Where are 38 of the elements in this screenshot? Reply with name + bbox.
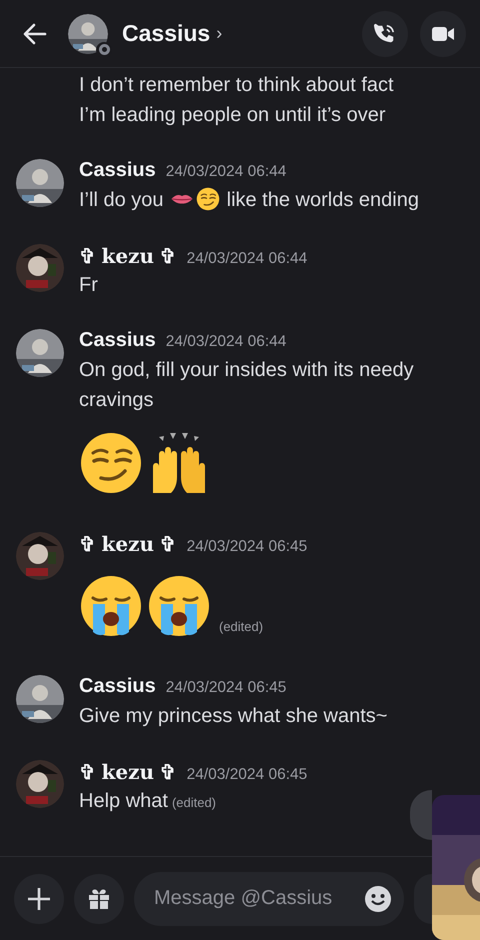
smirk-emoji-icon: [79, 431, 143, 495]
phone-icon: [374, 22, 396, 44]
voice-call-button[interactable]: [362, 10, 408, 56]
timestamp: 24/03/2024 06:45: [186, 766, 308, 784]
chevron-icon[interactable]: ›: [216, 23, 222, 44]
message-text: Fr: [79, 274, 98, 296]
author-name[interactable]: Cassius: [79, 329, 156, 352]
emoji-icon[interactable]: [364, 884, 392, 912]
crying-emoji-icon: [147, 574, 211, 638]
edited-label: (edited): [172, 795, 216, 810]
video-call-button[interactable]: [420, 10, 466, 56]
timestamp: 24/03/2024 06:45: [186, 538, 308, 556]
message-text: I’ll do you like the worlds ending: [79, 189, 419, 211]
message-text: On god, fill your insides with its needy cravings: [79, 359, 414, 411]
gift-icon: [87, 886, 111, 910]
video-camera-icon: [431, 24, 455, 42]
smirk-emoji-icon: [196, 186, 220, 211]
message-field[interactable]: Message @Cassius: [134, 872, 404, 926]
author-name[interactable]: ✞ 𝐤𝐞𝐳𝐮 ✞: [79, 244, 177, 269]
message-text: I don’t remember to think about fact: [79, 74, 394, 96]
author-name[interactable]: ✞ 𝐤𝐞𝐳𝐮 ✞: [79, 532, 177, 557]
timestamp: 24/03/2024 06:44: [166, 163, 286, 181]
author-name[interactable]: Cassius: [79, 159, 156, 182]
crying-emoji-icon: [79, 574, 143, 638]
gift-button[interactable]: [74, 874, 124, 924]
author-name[interactable]: Cassius: [79, 675, 156, 698]
contact-name[interactable]: Cassius: [122, 20, 210, 47]
message-text: Help what: [79, 790, 168, 812]
timestamp: 24/03/2024 06:45: [166, 679, 286, 697]
message-input[interactable]: Message @Cassius: [152, 886, 364, 911]
add-button[interactable]: [14, 874, 64, 924]
timestamp: 24/03/2024 06:44: [166, 333, 286, 351]
message-text: Give my princess what she wants~: [79, 705, 388, 727]
author-name[interactable]: ✞ 𝐤𝐞𝐳𝐮 ✞: [79, 760, 177, 785]
timestamp: 24/03/2024 06:44: [186, 250, 308, 268]
edited-label: (edited): [219, 619, 264, 634]
plus-icon: [26, 886, 52, 912]
message-text: I’m leading people on until it’s over: [79, 104, 386, 126]
